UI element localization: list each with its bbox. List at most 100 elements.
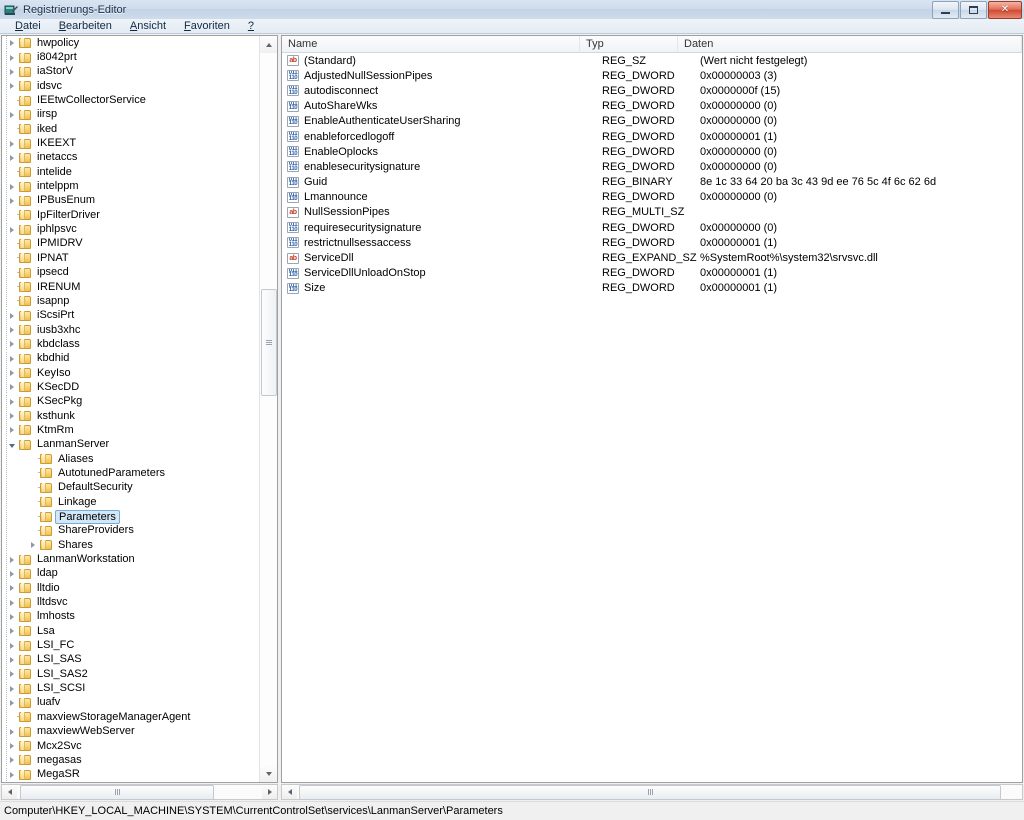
chevron-right-icon[interactable] [8,36,19,50]
chevron-right-icon[interactable] [8,223,19,237]
tree-item[interactable]: maxviewStorageManagerAgent [2,710,260,725]
value-row[interactable]: 011 110 enableforcedlogoff REG_DWORD 0x00000… [282,129,1022,144]
tree-item[interactable]: kbdclass [2,337,260,352]
column-header-daten[interactable]: Daten [678,36,1022,53]
tree-item[interactable]: Mcx2Svc [2,739,260,754]
chevron-right-icon[interactable] [8,696,19,710]
tree-item[interactable]: isapnp [2,294,260,309]
value-row[interactable]: 011 110 Size REG_DWORD 0x00000001 (1) [282,281,1022,296]
chevron-right-icon[interactable] [8,667,19,681]
menu-item-datei[interactable]: Datei [6,19,50,33]
chevron-right-icon[interactable] [8,337,19,351]
tree-item[interactable]: Lsa [2,624,260,639]
tree-hscroll-right-button[interactable] [262,785,277,799]
chevron-right-icon[interactable] [8,323,19,337]
column-header-typ[interactable]: Typ [580,36,678,53]
value-row[interactable]: 011 110 EnableAuthenticateUserSharing REG_D… [282,114,1022,129]
chevron-right-icon[interactable] [8,366,19,380]
tree-item[interactable]: MegaSR [2,767,260,782]
tree-item[interactable]: ShareProviders [2,523,260,538]
values-hscroll-left-button[interactable] [282,785,297,799]
tree-item[interactable]: KeyIso [2,366,260,381]
tree-item[interactable]: IpFilterDriver [2,208,260,223]
tree-item[interactable]: DefaultSecurity [2,480,260,495]
tree-item[interactable]: iusb3xhc [2,323,260,338]
tree-scroll-thumb[interactable] [261,289,277,396]
chevron-right-icon[interactable] [8,51,19,65]
values-hscroll-track[interactable] [297,784,1022,800]
tree-item[interactable]: LSI_SAS2 [2,667,260,682]
chevron-down-icon[interactable] [8,438,19,452]
value-row[interactable]: ab NullSessionPipes REG_MULTI_SZ [282,205,1022,220]
tree-item[interactable]: IKEEXT [2,136,260,151]
tree-item[interactable]: Linkage [2,495,260,510]
tree-item[interactable]: LSI_FC [2,638,260,653]
chevron-right-icon[interactable] [8,180,19,194]
value-row[interactable]: 011 110 autodisconnect REG_DWORD 0x0000000f … [282,83,1022,98]
minimize-button[interactable] [932,1,959,19]
menu-item-ansicht[interactable]: Ansicht [121,19,175,33]
tree-item[interactable]: inetaccs [2,150,260,165]
chevron-right-icon[interactable] [8,753,19,767]
tree-item[interactable]: IPMIDRV [2,236,260,251]
chevron-right-icon[interactable] [8,309,19,323]
chevron-right-icon[interactable] [8,581,19,595]
tree-item[interactable]: iirsp [2,107,260,122]
tree-item[interactable]: iked [2,122,260,137]
close-button[interactable]: ✕ [988,1,1022,19]
tree-item[interactable]: IPNAT [2,251,260,266]
registry-tree[interactable]: hwpolicy i8042prt iaStorV idsvc IEEtwCollect… [2,36,260,782]
tree-item[interactable]: luafv [2,695,260,710]
chevron-right-icon[interactable] [8,409,19,423]
tree-item[interactable]: iaStorV [2,64,260,79]
chevron-right-icon[interactable] [8,610,19,624]
tree-item[interactable]: Aliases [2,452,260,467]
value-row[interactable]: 011 110 ServiceDllUnloadOnStop REG_DWORD 0x0… [282,266,1022,281]
chevron-right-icon[interactable] [29,538,40,552]
tree-item[interactable]: idsvc [2,79,260,94]
tree-vertical-scrollbar[interactable] [259,36,277,782]
tree-item[interactable]: LSI_SCSI [2,681,260,696]
value-row[interactable]: 011 110 enablesecuritysignature REG_DWORD 0x… [282,159,1022,174]
tree-item[interactable]: i8042prt [2,50,260,65]
chevron-right-icon[interactable] [8,624,19,638]
chevron-right-icon[interactable] [8,423,19,437]
tree-item[interactable]: IPBusEnum [2,193,260,208]
tree-item[interactable]: KSecDD [2,380,260,395]
tree-item[interactable]: LanmanWorkstation [2,552,260,567]
tree-item[interactable]: Parameters [2,509,260,524]
value-row[interactable]: 011 110 EnableOplocks REG_DWORD 0x00000000 (… [282,144,1022,159]
chevron-right-icon[interactable] [8,194,19,208]
tree-scroll-up-button[interactable] [260,36,277,53]
column-header-name[interactable]: Name [282,36,580,53]
tree-item[interactable]: intelide [2,165,260,180]
tree-hscroll-thumb[interactable] [20,784,214,800]
chevron-right-icon[interactable] [8,65,19,79]
chevron-right-icon[interactable] [8,739,19,753]
tree-item[interactable]: iphlpsvc [2,222,260,237]
tree-item[interactable]: iScsiPrt [2,308,260,323]
chevron-right-icon[interactable] [8,653,19,667]
values-horizontal-scrollbar[interactable] [281,784,1023,800]
values-list[interactable]: ab (Standard) REG_SZ (Wert nicht festgelegt… [282,53,1022,296]
restore-button[interactable] [960,1,987,19]
values-hscroll-thumb[interactable] [299,784,1001,800]
value-row[interactable]: 011 110 requiresecuritysignature REG_DWORD 0… [282,220,1022,235]
chevron-right-icon[interactable] [8,596,19,610]
tree-item[interactable]: LSI_SAS [2,652,260,667]
tree-item[interactable]: hwpolicy [2,36,260,51]
tree-horizontal-scrollbar[interactable] [1,784,278,800]
tree-item[interactable]: kbdhid [2,351,260,366]
tree-item[interactable]: lmhosts [2,609,260,624]
value-row[interactable]: 011 110 Lmannounce REG_DWORD 0x00000000 (0) [282,190,1022,205]
tree-item[interactable]: IRENUM [2,280,260,295]
tree-scroll-down-button[interactable] [260,765,277,782]
value-row[interactable]: 011 110 Guid REG_BINARY 8e 1c 33 64 20 ba 3c… [282,175,1022,190]
menu-item-favoriten[interactable]: Favoriten [175,19,239,33]
tree-item[interactable]: LanmanServer [2,437,260,452]
tree-item[interactable]: maxviewWebServer [2,724,260,739]
value-row[interactable]: ab ServiceDll REG_EXPAND_SZ %SystemRoot%\sy… [282,250,1022,265]
tree-item[interactable]: megasas [2,753,260,768]
chevron-right-icon[interactable] [8,553,19,567]
chevron-right-icon[interactable] [8,79,19,93]
